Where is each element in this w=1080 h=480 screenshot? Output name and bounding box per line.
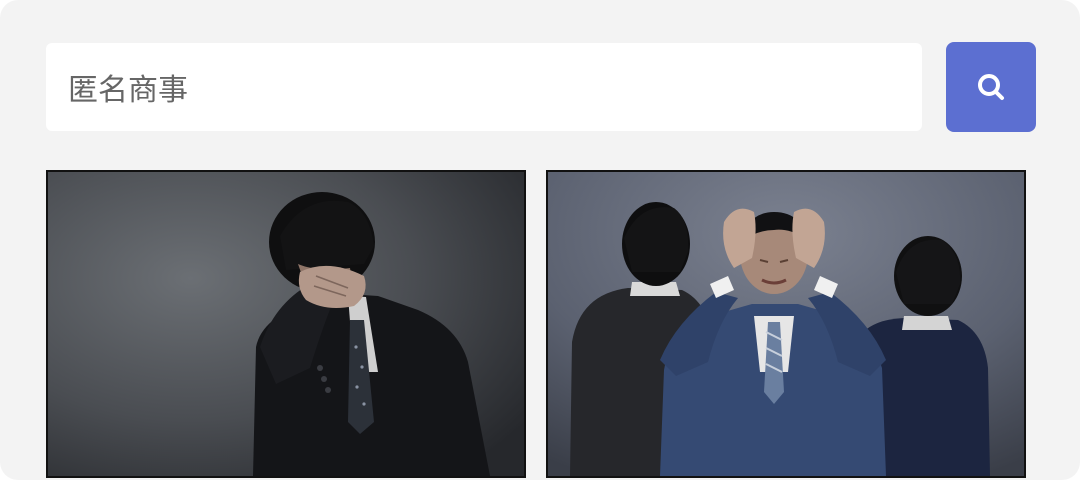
result-image-1[interactable]	[46, 170, 526, 478]
photo-businessman-holding-head-icon	[548, 172, 1024, 476]
search-button[interactable]	[946, 42, 1036, 132]
search-icon	[978, 74, 1004, 100]
photo-distressed-businessman-icon	[48, 172, 524, 476]
search-input[interactable]	[46, 43, 922, 131]
result-image-2[interactable]	[546, 170, 1026, 478]
search-panel	[0, 0, 1080, 480]
